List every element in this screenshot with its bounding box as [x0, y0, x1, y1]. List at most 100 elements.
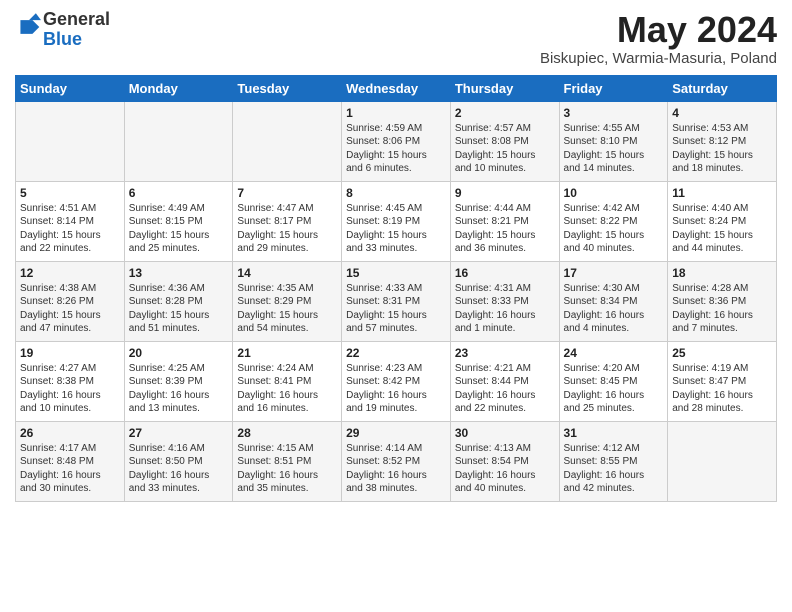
calendar-cell: 7 Sunrise: 4:47 AM Sunset: 8:17 PM Daylig… [233, 181, 342, 261]
day-number: 19 [20, 346, 120, 360]
day-number: 18 [672, 266, 772, 280]
weekday-header-sunday: Sunday [16, 75, 125, 101]
day-number: 25 [672, 346, 772, 360]
calendar-cell: 17Sunrise: 4:30 AM Sunset: 8:34 PM Dayli… [559, 261, 668, 341]
calendar-week-1: 5 Sunrise: 4:51 AM Sunset: 8:14 PM Daylig… [16, 181, 777, 261]
day-number: 24 [564, 346, 664, 360]
calendar-cell: 26 Sunrise: 4:17 AM Sunset: 8:48 PM Dayli… [16, 421, 125, 501]
day-number: 4 [672, 106, 772, 120]
calendar-cell: 27Sunrise: 4:16 AM Sunset: 8:50 PM Dayli… [124, 421, 233, 501]
day-number: 15 [346, 266, 446, 280]
logo-blue: Blue [43, 29, 82, 49]
day-number: 8 [346, 186, 446, 200]
day-number: 11 [672, 186, 772, 200]
day-number: 31 [564, 426, 664, 440]
calendar-cell: 22 Sunrise: 4:23 AM Sunset: 8:42 PM Dayli… [342, 341, 451, 421]
day-number: 1 [346, 106, 446, 120]
day-number: 5 [20, 186, 120, 200]
calendar-body: 1 Sunrise: 4:59 AM Sunset: 8:06 PM Daylig… [16, 101, 777, 501]
day-info: Sunrise: 4:17 AM Sunset: 8:48 PM Dayligh… [20, 442, 120, 496]
weekday-header-row: SundayMondayTuesdayWednesdayThursdayFrid… [16, 75, 777, 101]
day-info: Sunrise: 4:15 AM Sunset: 8:51 PM Dayligh… [237, 442, 337, 496]
day-info: Sunrise: 4:57 AM Sunset: 8:08 PM Dayligh… [455, 122, 555, 176]
calendar-cell [16, 101, 125, 181]
calendar-cell: 15Sunrise: 4:33 AM Sunset: 8:31 PM Dayli… [342, 261, 451, 341]
calendar-header: SundayMondayTuesdayWednesdayThursdayFrid… [16, 75, 777, 101]
title-block: May 2024 Biskupiec, Warmia-Masuria, Pola… [540, 10, 777, 67]
day-number: 22 [346, 346, 446, 360]
logo-general: General [43, 9, 110, 29]
calendar-week-4: 26 Sunrise: 4:17 AM Sunset: 8:48 PM Dayli… [16, 421, 777, 501]
calendar-cell: 23 Sunrise: 4:21 AM Sunset: 8:44 PM Dayli… [450, 341, 559, 421]
day-number: 21 [237, 346, 337, 360]
day-info: Sunrise: 4:47 AM Sunset: 8:17 PM Dayligh… [237, 202, 337, 256]
day-number: 7 [237, 186, 337, 200]
calendar-cell: 13Sunrise: 4:36 AM Sunset: 8:28 PM Dayli… [124, 261, 233, 341]
calendar-cell: 9Sunrise: 4:44 AM Sunset: 8:21 PM Daylig… [450, 181, 559, 261]
calendar-cell: 20 Sunrise: 4:25 AM Sunset: 8:39 PM Dayli… [124, 341, 233, 421]
day-number: 16 [455, 266, 555, 280]
calendar-cell: 3Sunrise: 4:55 AM Sunset: 8:10 PM Daylig… [559, 101, 668, 181]
day-info: Sunrise: 4:14 AM Sunset: 8:52 PM Dayligh… [346, 442, 446, 496]
weekday-header-saturday: Saturday [668, 75, 777, 101]
calendar-cell: 10Sunrise: 4:42 AM Sunset: 8:22 PM Dayli… [559, 181, 668, 261]
day-number: 12 [20, 266, 120, 280]
calendar-cell: 12 Sunrise: 4:38 AM Sunset: 8:26 PM Dayli… [16, 261, 125, 341]
day-number: 17 [564, 266, 664, 280]
logo-text: General Blue [43, 10, 110, 50]
weekday-header-monday: Monday [124, 75, 233, 101]
day-number: 26 [20, 426, 120, 440]
day-info: Sunrise: 4:31 AM Sunset: 8:33 PM Dayligh… [455, 282, 555, 336]
calendar-cell: 5 Sunrise: 4:51 AM Sunset: 8:14 PM Daylig… [16, 181, 125, 261]
weekday-header-wednesday: Wednesday [342, 75, 451, 101]
day-number: 29 [346, 426, 446, 440]
day-number: 23 [455, 346, 555, 360]
calendar-cell: 6 Sunrise: 4:49 AM Sunset: 8:15 PM Daylig… [124, 181, 233, 261]
calendar-cell: 21 Sunrise: 4:24 AM Sunset: 8:41 PM Dayli… [233, 341, 342, 421]
day-number: 20 [129, 346, 229, 360]
logo: General Blue [15, 10, 110, 50]
day-info: Sunrise: 4:25 AM Sunset: 8:39 PM Dayligh… [129, 362, 229, 416]
calendar-cell: 31Sunrise: 4:12 AM Sunset: 8:55 PM Dayli… [559, 421, 668, 501]
day-number: 6 [129, 186, 229, 200]
calendar-cell: 18 Sunrise: 4:28 AM Sunset: 8:36 PM Dayli… [668, 261, 777, 341]
calendar-cell: 11 Sunrise: 4:40 AM Sunset: 8:24 PM Dayli… [668, 181, 777, 261]
page-header: General Blue May 2024 Biskupiec, Warmia-… [15, 10, 777, 67]
calendar-week-2: 12 Sunrise: 4:38 AM Sunset: 8:26 PM Dayli… [16, 261, 777, 341]
weekday-header-friday: Friday [559, 75, 668, 101]
calendar-cell: 24 Sunrise: 4:20 AM Sunset: 8:45 PM Dayli… [559, 341, 668, 421]
calendar-cell: 14 Sunrise: 4:35 AM Sunset: 8:29 PM Dayli… [233, 261, 342, 341]
day-number: 30 [455, 426, 555, 440]
day-info: Sunrise: 4:40 AM Sunset: 8:24 PM Dayligh… [672, 202, 772, 256]
calendar-cell [668, 421, 777, 501]
weekday-header-thursday: Thursday [450, 75, 559, 101]
calendar-cell: 25 Sunrise: 4:19 AM Sunset: 8:47 PM Dayli… [668, 341, 777, 421]
day-number: 2 [455, 106, 555, 120]
day-info: Sunrise: 4:51 AM Sunset: 8:14 PM Dayligh… [20, 202, 120, 256]
location: Biskupiec, Warmia-Masuria, Poland [540, 50, 777, 67]
day-info: Sunrise: 4:20 AM Sunset: 8:45 PM Dayligh… [564, 362, 664, 416]
calendar-cell: 30 Sunrise: 4:13 AM Sunset: 8:54 PM Dayli… [450, 421, 559, 501]
day-info: Sunrise: 4:16 AM Sunset: 8:50 PM Dayligh… [129, 442, 229, 496]
day-info: Sunrise: 4:21 AM Sunset: 8:44 PM Dayligh… [455, 362, 555, 416]
day-info: Sunrise: 4:49 AM Sunset: 8:15 PM Dayligh… [129, 202, 229, 256]
day-info: Sunrise: 4:19 AM Sunset: 8:47 PM Dayligh… [672, 362, 772, 416]
day-info: Sunrise: 4:27 AM Sunset: 8:38 PM Dayligh… [20, 362, 120, 416]
calendar-cell [124, 101, 233, 181]
calendar-cell: 16 Sunrise: 4:31 AM Sunset: 8:33 PM Dayli… [450, 261, 559, 341]
day-info: Sunrise: 4:28 AM Sunset: 8:36 PM Dayligh… [672, 282, 772, 336]
day-number: 14 [237, 266, 337, 280]
calendar-cell [233, 101, 342, 181]
day-info: Sunrise: 4:13 AM Sunset: 8:54 PM Dayligh… [455, 442, 555, 496]
day-info: Sunrise: 4:38 AM Sunset: 8:26 PM Dayligh… [20, 282, 120, 336]
day-info: Sunrise: 4:35 AM Sunset: 8:29 PM Dayligh… [237, 282, 337, 336]
day-number: 10 [564, 186, 664, 200]
calendar-cell: 4Sunrise: 4:53 AM Sunset: 8:12 PM Daylig… [668, 101, 777, 181]
day-info: Sunrise: 4:59 AM Sunset: 8:06 PM Dayligh… [346, 122, 446, 176]
calendar-cell: 1 Sunrise: 4:59 AM Sunset: 8:06 PM Daylig… [342, 101, 451, 181]
day-info: Sunrise: 4:24 AM Sunset: 8:41 PM Dayligh… [237, 362, 337, 416]
day-info: Sunrise: 4:55 AM Sunset: 8:10 PM Dayligh… [564, 122, 664, 176]
logo-icon [17, 13, 41, 41]
day-info: Sunrise: 4:23 AM Sunset: 8:42 PM Dayligh… [346, 362, 446, 416]
calendar-cell: 19 Sunrise: 4:27 AM Sunset: 8:38 PM Dayli… [16, 341, 125, 421]
